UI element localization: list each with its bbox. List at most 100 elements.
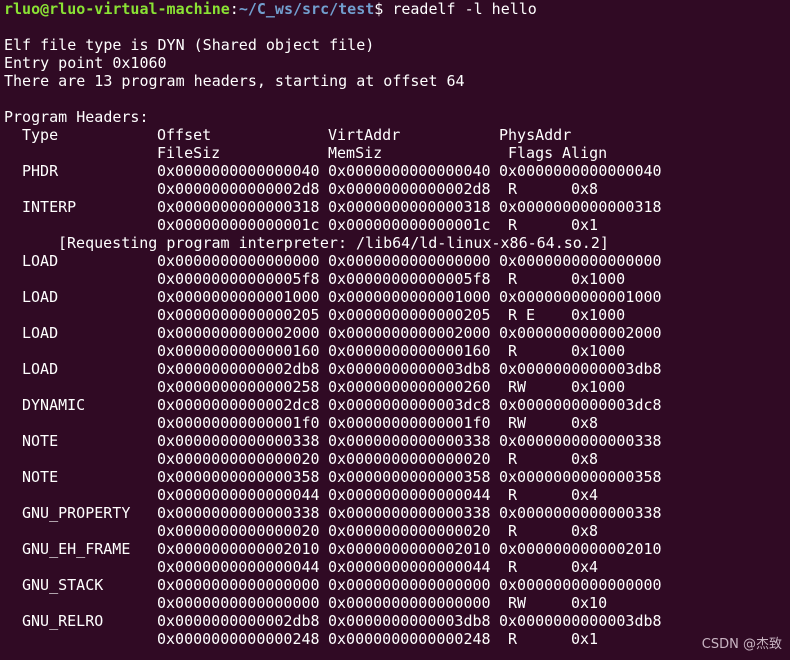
cell-memsiz: 0x0000000000000160: [328, 342, 491, 360]
table-row: LOAD 0x0000000000002db8 0x0000000000003db8…: [4, 360, 790, 378]
table-row-sizes: 0x0000000000000044 0x0000000000000044 R 0x4: [4, 558, 790, 576]
cell-flags: RW: [508, 414, 527, 432]
cell-memsiz: 0x0000000000000020: [328, 450, 491, 468]
cell-virtaddr: 0x0000000000003db8: [328, 360, 491, 378]
cell-filesiz: 0x0000000000000205: [157, 306, 320, 324]
cell-filesiz: 0x00000000000005f8: [157, 270, 320, 288]
cell-physaddr: 0x0000000000000358: [499, 468, 662, 486]
table-row: GNU_RELRO 0x0000000000002db8 0x00000000000…: [4, 612, 790, 630]
cell-filesiz: 0x00000000000001f0: [157, 414, 320, 432]
cell-virtaddr: 0x0000000000000000: [328, 576, 491, 594]
cell-align: 0x1: [571, 630, 599, 648]
table-row: DYNAMIC 0x0000000000002dc8 0x0000000000003…: [4, 396, 790, 414]
table-row-sizes: 0x00000000000002d8 0x00000000000002d8 R 0x8: [4, 180, 790, 198]
watermark: CSDN @杰致: [701, 637, 782, 652]
cell-offset: 0x0000000000000358: [157, 468, 320, 486]
terminal-window[interactable]: rluo@rluo-virtual-machine:~/C_ws/src/tes…: [0, 0, 790, 660]
table-row-sizes: 0x0000000000000000 0x0000000000000000 RW 0x…: [4, 594, 790, 612]
cell-memsiz: 0x0000000000000044: [328, 486, 491, 504]
table-row-sizes: 0x0000000000000258 0x0000000000000260 RW 0x…: [4, 378, 790, 396]
cell-align: 0x1: [571, 216, 599, 234]
cell-virtaddr: 0x0000000000000358: [328, 468, 491, 486]
prompt-line: rluo@rluo-virtual-machine:~/C_ws/src/tes…: [4, 0, 790, 18]
cell-type: GNU_EH_FRAME: [22, 540, 131, 558]
cell-type: GNU_RELRO: [22, 612, 104, 630]
table-row-sizes: 0x0000000000000044 0x0000000000000044 R 0x4: [4, 486, 790, 504]
interpreter-note: [Requesting program interpreter: /lib64/…: [58, 234, 609, 252]
col-physaddr: PhysAddr: [499, 126, 572, 144]
cell-physaddr: 0x0000000000003db8: [499, 360, 662, 378]
cell-offset: 0x0000000000000338: [157, 432, 320, 450]
cell-memsiz: 0x0000000000000044: [328, 558, 491, 576]
cell-filesiz: 0x0000000000000248: [157, 630, 320, 648]
cell-offset: 0x0000000000000318: [157, 198, 320, 216]
cell-memsiz: 0x0000000000000248: [328, 630, 491, 648]
cell-align: 0x1000: [571, 306, 626, 324]
cell-align: 0x1000: [571, 270, 626, 288]
cell-filesiz: 0x0000000000000160: [157, 342, 320, 360]
cell-virtaddr: 0x0000000000000338: [328, 504, 491, 522]
cell-physaddr: 0x0000000000002010: [499, 540, 662, 558]
table-row-sizes: 0x0000000000000205 0x0000000000000205 R E 0…: [4, 306, 790, 324]
cell-memsiz: 0x0000000000000260: [328, 378, 491, 396]
cell-flags: R: [508, 450, 518, 468]
header-count-line: There are 13 program headers, starting a…: [4, 72, 465, 90]
table-row: LOAD 0x0000000000000000 0x0000000000000000…: [4, 252, 790, 270]
table-row-sizes: 0x0000000000000020 0x0000000000000020 R 0x8: [4, 522, 790, 540]
cell-align: 0x4: [571, 558, 599, 576]
cell-offset: 0x0000000000000000: [157, 252, 320, 270]
cell-virtaddr: 0x0000000000000000: [328, 252, 491, 270]
cell-physaddr: 0x0000000000000040: [499, 162, 662, 180]
table-row: NOTE 0x0000000000000338 0x0000000000000338…: [4, 432, 790, 450]
cell-physaddr: 0x0000000000000318: [499, 198, 662, 216]
cell-flags: R: [508, 342, 518, 360]
cell-offset: 0x0000000000000000: [157, 576, 320, 594]
cell-type: LOAD: [22, 324, 59, 342]
cell-virtaddr: 0x0000000000002000: [328, 324, 491, 342]
table-row: NOTE 0x0000000000000358 0x0000000000000358…: [4, 468, 790, 486]
table-row-sizes: 0x0000000000000020 0x0000000000000020 R 0x8: [4, 450, 790, 468]
cell-offset: 0x0000000000002db8: [157, 612, 320, 630]
cell-flags: R: [508, 630, 518, 648]
cell-type: LOAD: [22, 252, 59, 270]
col-memsiz: MemSiz: [328, 144, 383, 162]
cell-physaddr: 0x0000000000000338: [499, 504, 662, 522]
col-type: Type: [22, 126, 59, 144]
col-flags: Flags: [508, 144, 554, 162]
col-align: Align: [562, 144, 608, 162]
cell-align: 0x8: [571, 450, 599, 468]
cell-flags: RW: [508, 378, 527, 396]
table-row: GNU_EH_FRAME 0x0000000000002010 0x00000000…: [4, 540, 790, 558]
cell-offset: 0x0000000000002dc8: [157, 396, 320, 414]
cell-physaddr: 0x0000000000001000: [499, 288, 662, 306]
cell-type: NOTE: [22, 468, 59, 486]
cell-physaddr: 0x0000000000000338: [499, 432, 662, 450]
cell-flags: R: [508, 522, 518, 540]
table-row: GNU_STACK 0x0000000000000000 0x00000000000…: [4, 576, 790, 594]
cell-flags: R: [508, 180, 518, 198]
table-row: PHDR 0x0000000000000040 0x0000000000000040…: [4, 162, 790, 180]
cell-type: LOAD: [22, 288, 59, 306]
cell-memsiz: 0x00000000000005f8: [328, 270, 491, 288]
cell-offset: 0x0000000000000040: [157, 162, 320, 180]
cell-memsiz: 0x00000000000002d8: [328, 180, 491, 198]
cell-type: INTERP: [22, 198, 77, 216]
cell-virtaddr: 0x0000000000001000: [328, 288, 491, 306]
cell-virtaddr: 0x0000000000000338: [328, 432, 491, 450]
cell-filesiz: 0x0000000000000258: [157, 378, 320, 396]
cell-flags: R: [508, 558, 518, 576]
table-row-sizes: 0x00000000000005f8 0x00000000000005f8 R 0x1…: [4, 270, 790, 288]
cell-offset: 0x0000000000000338: [157, 504, 320, 522]
cell-type: GNU_STACK: [22, 576, 104, 594]
table-row: INTERP 0x0000000000000318 0x00000000000003…: [4, 198, 790, 216]
cell-align: 0x1000: [571, 342, 626, 360]
cell-virtaddr: 0x0000000000003dc8: [328, 396, 491, 414]
column-header-row-2: FileSiz MemSiz Flags Align: [4, 144, 790, 162]
cell-memsiz: 0x0000000000000205: [328, 306, 491, 324]
cell-physaddr: 0x0000000000003dc8: [499, 396, 662, 414]
cell-filesiz: 0x0000000000000020: [157, 450, 320, 468]
cell-type: DYNAMIC: [22, 396, 86, 414]
cell-physaddr: 0x0000000000000000: [499, 576, 662, 594]
cell-type: LOAD: [22, 360, 59, 378]
